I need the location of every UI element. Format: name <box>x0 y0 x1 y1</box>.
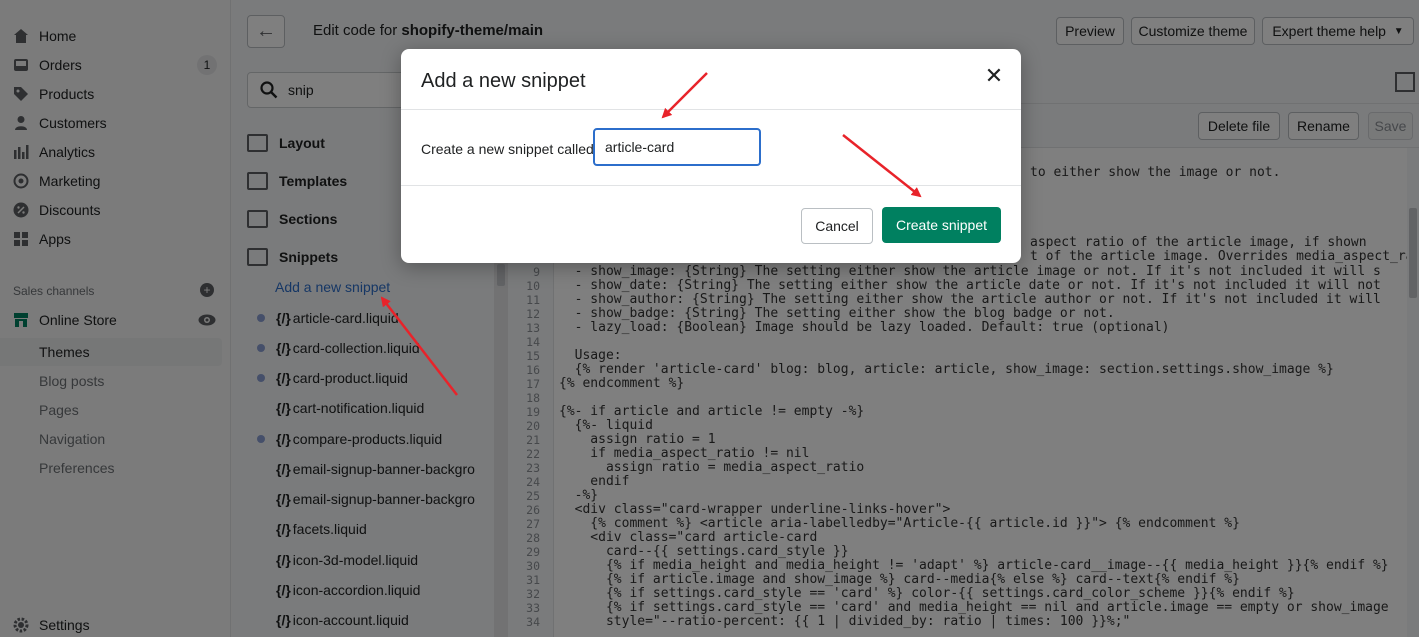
snippet-name-input[interactable] <box>593 128 761 166</box>
modal-title: Add a new snippet <box>421 70 586 92</box>
snippet-name-label: Create a new snippet called <box>421 141 594 157</box>
modal-footer: Cancel Create snippet <box>401 186 1021 263</box>
modal-header: Add a new snippet ✕ <box>401 49 1021 110</box>
close-icon[interactable]: ✕ <box>983 65 1005 87</box>
cancel-button[interactable]: Cancel <box>801 208 873 244</box>
create-snippet-button[interactable]: Create snippet <box>882 207 1001 243</box>
add-snippet-modal: Add a new snippet ✕ Create a new snippet… <box>401 49 1021 263</box>
modal-body: Create a new snippet called <box>401 110 1021 186</box>
